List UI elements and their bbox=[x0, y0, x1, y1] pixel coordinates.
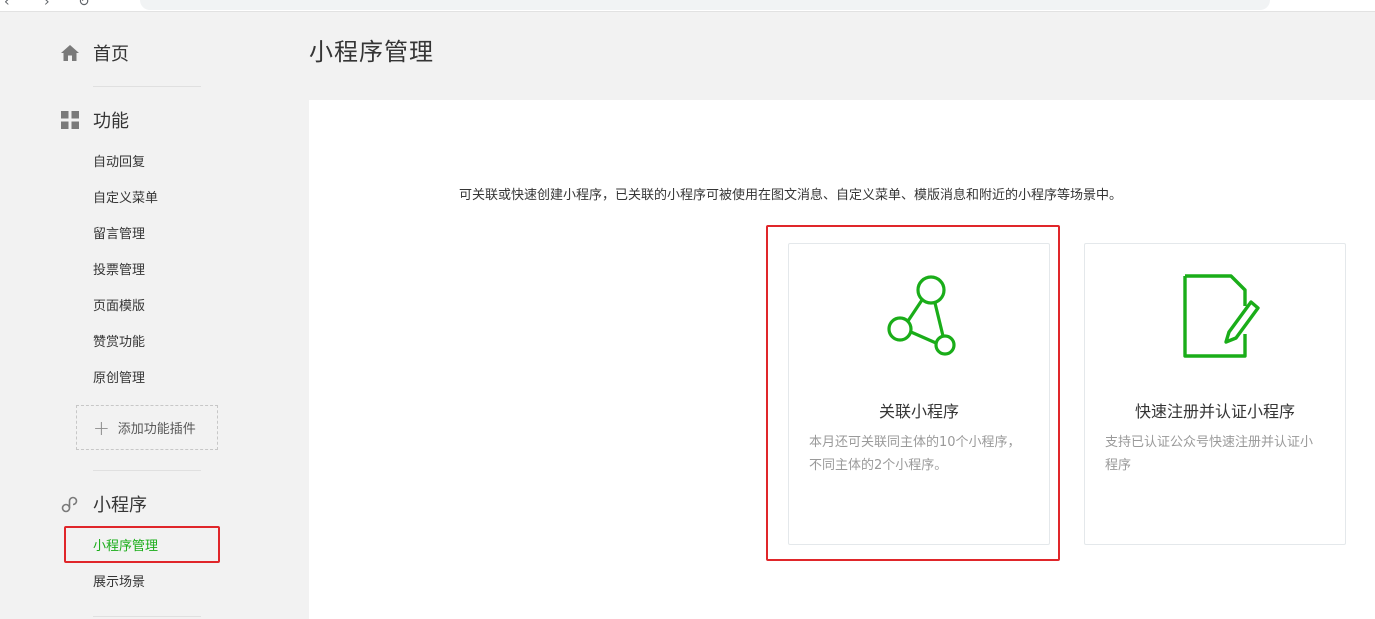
document-edit-icon bbox=[1165, 270, 1265, 370]
forward-arrow-icon[interactable]: › bbox=[44, 0, 50, 10]
page-title: 小程序管理 bbox=[309, 38, 434, 66]
add-plugin-label: 添加功能插件 bbox=[117, 422, 196, 437]
main-panel: 可关联或快速创建小程序，已关联的小程序可被使用在图文消息、自定义菜单、模版消息和… bbox=[309, 100, 1375, 619]
sidebar: 首页 功能 自动回复 自定义菜单 留言管理 投票管理 页面模版 赞赏功能 原创管… bbox=[0, 12, 290, 619]
sidebar-item-home[interactable]: 首页 bbox=[60, 40, 129, 66]
app-root: ‹ › ↻ 首页 功能 自动回复 自定义菜单 留言管理 投票管理 页面模版 赞赏… bbox=[0, 0, 1375, 619]
card-title: 关联小程序 bbox=[878, 402, 959, 421]
card-description: 本月还可关联同主体的10个小程序，不同主体的2个小程序。 bbox=[809, 435, 1021, 473]
sidebar-item-rewards[interactable]: 赞赏功能 bbox=[93, 334, 145, 352]
sidebar-item-miniprogram-manage[interactable]: 小程序管理 bbox=[93, 538, 158, 556]
grid-icon bbox=[60, 110, 80, 130]
sidebar-item-comments[interactable]: 留言管理 bbox=[93, 226, 145, 244]
link-icon bbox=[60, 494, 80, 514]
link-miniprogram-card[interactable]: 关联小程序 本月还可关联同主体的10个小程序，不同主体的2个小程序。 bbox=[788, 243, 1050, 545]
divider bbox=[93, 616, 201, 617]
add-plugin-button[interactable]: + 添加功能插件 bbox=[76, 405, 218, 450]
divider bbox=[93, 470, 201, 471]
home-icon bbox=[60, 43, 80, 63]
plus-icon: + bbox=[93, 415, 110, 440]
sidebar-item-label: 首页 bbox=[93, 44, 129, 65]
card-title: 快速注册并认证小程序 bbox=[1134, 402, 1295, 421]
sidebar-item-original[interactable]: 原创管理 bbox=[93, 370, 145, 388]
card-description: 支持已认证公众号快速注册并认证小程序 bbox=[1105, 435, 1314, 473]
sidebar-item-voting[interactable]: 投票管理 bbox=[93, 262, 145, 280]
intro-text: 可关联或快速创建小程序，已关联的小程序可被使用在图文消息、自定义菜单、模版消息和… bbox=[459, 188, 1123, 203]
sidebar-section-miniprogram[interactable]: 小程序 bbox=[60, 491, 147, 517]
sidebar-item-display-scenes[interactable]: 展示场景 bbox=[93, 574, 145, 592]
reload-icon[interactable]: ↻ bbox=[78, 0, 90, 10]
sidebar-section-function[interactable]: 功能 bbox=[60, 107, 129, 133]
quick-register-card[interactable]: 快速注册并认证小程序 支持已认证公众号快速注册并认证小程序 bbox=[1084, 243, 1346, 545]
browser-toolbar: ‹ › ↻ bbox=[0, 0, 1375, 12]
address-bar[interactable] bbox=[140, 0, 1270, 10]
network-nodes-icon bbox=[869, 270, 969, 370]
sidebar-item-auto-reply[interactable]: 自动回复 bbox=[93, 154, 145, 172]
back-arrow-icon[interactable]: ‹ bbox=[4, 0, 10, 10]
sidebar-section-label: 功能 bbox=[93, 111, 129, 132]
sidebar-section-label: 小程序 bbox=[93, 495, 147, 516]
sidebar-item-custom-menu[interactable]: 自定义菜单 bbox=[93, 190, 158, 208]
divider bbox=[93, 86, 201, 87]
sidebar-item-page-templates[interactable]: 页面模版 bbox=[93, 298, 145, 316]
